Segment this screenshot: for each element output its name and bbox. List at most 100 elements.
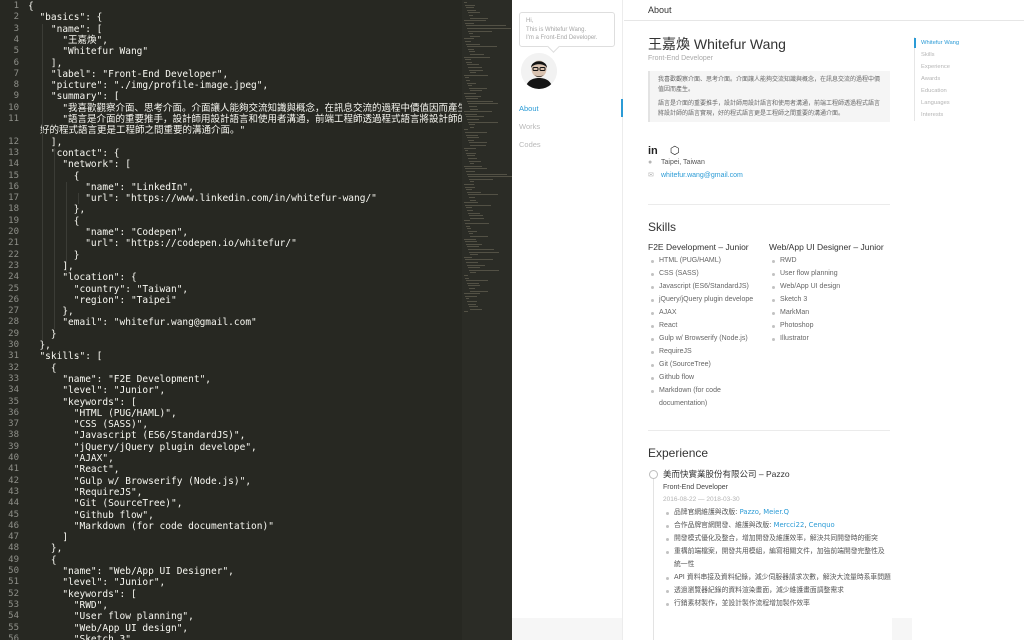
minimap-line	[467, 64, 479, 66]
highlight-item: 行銷素材製作，並設計製作流程增加製作效率	[663, 597, 891, 610]
resume-content: 王嘉煥 Whitefur Wang Front-End Developer 我喜…	[648, 22, 892, 640]
code-line: "RequireJS",	[28, 486, 143, 498]
minimap-line	[467, 228, 471, 230]
code-line: 好的程式語言更是工程師之間重要的溝通介面。"	[40, 125, 246, 137]
location-text: Taipei, Taiwan	[661, 159, 705, 166]
highlight-text: 合作品牌官網開發、維護與改版:	[674, 521, 774, 529]
nav-item-works[interactable]: Works	[519, 122, 540, 132]
minimap-line	[469, 160, 481, 162]
top-bar: About	[624, 0, 1024, 21]
minimap[interactable]	[462, 0, 512, 640]
highlight-item: API 資料串接及資料紀錄，減少伺服器請求次數，解決大流量時系車問題	[663, 571, 891, 584]
highlight-text: 品牌官網維護與改版:	[674, 508, 740, 516]
bottom-placeholder	[892, 618, 912, 640]
skill-keyword: MarkMan	[769, 306, 887, 319]
line-number: 36	[8, 407, 19, 418]
linkedin-icon[interactable]: in	[648, 145, 658, 157]
nav-item-codes[interactable]: Codes	[519, 140, 541, 150]
toc-item[interactable]: Experience	[915, 61, 1004, 73]
minimap-line	[466, 152, 476, 154]
brand-link[interactable]: Cenquo	[809, 521, 835, 529]
minimap-line	[469, 106, 477, 107]
code-line: },	[28, 306, 74, 318]
avatar	[521, 53, 557, 89]
minimap-line	[467, 246, 479, 248]
code-line: {	[28, 362, 57, 374]
social-links: in ⬡	[648, 139, 679, 157]
minimap-line	[465, 4, 475, 6]
highlight-item: 品牌官網維護與改版: Pazzo, Meier.Q	[663, 506, 891, 519]
brand-link[interactable]: Meier.Q	[763, 508, 789, 516]
code-line: "location": {	[28, 272, 137, 284]
toc-item[interactable]: Whitefur Wang	[914, 37, 1004, 49]
code-line: "jQuery/jQuery plugin develope",	[28, 441, 257, 453]
code-line: "skills": [	[28, 351, 103, 363]
line-number: 21	[8, 238, 19, 249]
code-editor[interactable]: 1 2 3 4 5 6 7 8 9 10 11 12 13 14 15 16 17 18 19 20 21 22 23 24 2…	[0, 0, 512, 640]
code-line: "country": "Taiwan",	[28, 283, 189, 295]
job-highlights: 品牌官網維護與改版: Pazzo, Meier.Q 合作品牌官網開發、維護與改版:…	[663, 506, 891, 610]
skill-group: F2E Development – Junior HTML (PUG/HAML)…	[648, 241, 766, 410]
brand-link[interactable]: Mercci22	[774, 521, 805, 529]
minimap-line	[470, 199, 476, 201]
line-number: 13	[8, 147, 19, 158]
skill-keyword: RWD	[769, 254, 887, 267]
line-number: 41	[8, 464, 19, 475]
minimap-line	[464, 111, 492, 113]
minimap-line	[470, 163, 474, 165]
highlight-text: 行銷素材製作，並設計製作流程增加製作效率	[674, 599, 810, 607]
code-line: "level": "Junior",	[28, 577, 166, 589]
toc-item[interactable]: Languages	[915, 97, 1004, 109]
line-number: 53	[8, 599, 19, 610]
highlight-item: 合作品牌官網開發、維護與改版: Mercci22, Cenquo	[663, 519, 891, 532]
email-row[interactable]: ✉ whitefur.wang@gmail.com	[648, 171, 743, 181]
side-navigation: Hi, This is Whitefur Wang. I'm a Front-E…	[512, 0, 623, 640]
code-line: },	[28, 543, 63, 555]
code-line: "Gulp w/ Browserify (Node.js)",	[28, 475, 252, 487]
greeting-bubble: Hi, This is Whitefur Wang. I'm a Front-E…	[519, 12, 615, 47]
minimap-line	[466, 43, 480, 45]
minimap-line	[466, 262, 478, 263]
minimap-line	[469, 251, 499, 253]
minimap-line	[469, 178, 493, 180]
minimap-line	[470, 90, 482, 92]
skill-keyword: React	[648, 319, 766, 332]
toc-item[interactable]: Interests	[915, 109, 1004, 121]
minimap-line	[466, 116, 484, 118]
minimap-line	[469, 69, 483, 71]
minimap-line	[464, 220, 470, 222]
minimap-line	[466, 243, 482, 245]
minimap-line	[469, 124, 475, 126]
minimap-line	[468, 194, 498, 196]
skills-heading: Skills	[648, 220, 677, 234]
codepen-icon[interactable]: ⬡	[670, 144, 680, 157]
timeline-dot	[649, 470, 658, 479]
minimap-line	[467, 119, 479, 120]
line-number: 18	[8, 204, 19, 215]
brand-link[interactable]: Pazzo	[740, 508, 759, 516]
minimap-line	[470, 181, 474, 183]
minimap-line	[465, 168, 487, 170]
summary-paragraph: 語言是介面的重要推手，設計師用設計語言和使用者溝通，前端工程師透過程式語言將設計…	[658, 100, 881, 117]
minimap-line	[468, 139, 474, 141]
toc-item[interactable]: Skills	[915, 49, 1004, 61]
minimap-line	[468, 303, 476, 305]
line-number: 15	[8, 170, 19, 181]
line-number: 2	[13, 12, 19, 23]
code-line: "Sketch 3",	[28, 633, 137, 640]
minimap-line	[469, 15, 473, 16]
toc-item[interactable]: Education	[915, 85, 1004, 97]
line-number: 8	[13, 80, 19, 91]
indent-guide	[66, 181, 67, 273]
skill-group-name: F2E Development – Junior	[648, 242, 749, 252]
nav-item-about[interactable]: About	[519, 104, 539, 114]
minimap-line	[470, 236, 488, 237]
email-link[interactable]: whitefur.wang@gmail.com	[661, 172, 743, 179]
code-area[interactable]: { "basics": { "name": [ "王嘉煥", "Whitefur…	[28, 0, 505, 640]
minimap-line	[468, 249, 494, 250]
line-number: 7	[13, 68, 19, 79]
toc-item[interactable]: Awards	[915, 73, 1004, 85]
line-number: 17	[8, 193, 19, 204]
code-line: "Markdown (for code documentation)"	[28, 520, 274, 532]
minimap-line	[465, 241, 477, 243]
